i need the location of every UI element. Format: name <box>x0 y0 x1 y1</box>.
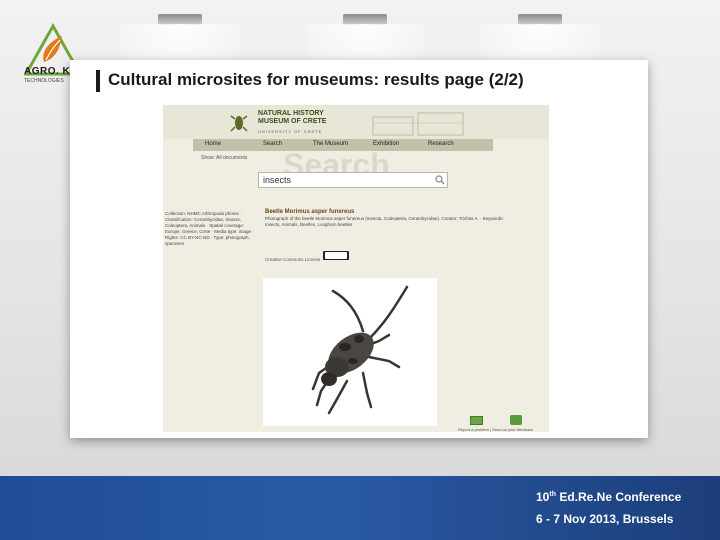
license-label: Creative Commons License <box>265 257 321 262</box>
conference-title: 10th Ed.Re.Ne Conference <box>536 490 681 504</box>
gecko-logo-icon <box>230 115 248 132</box>
email-icon[interactable] <box>470 416 483 425</box>
beetle-image-icon <box>311 285 409 415</box>
breadcrumb: Show: All documents <box>201 155 248 161</box>
conference-dates: 6 - 7 Nov 2013, Brussels <box>536 512 674 526</box>
conference-number: 10 <box>536 490 550 504</box>
feedback-icon[interactable] <box>510 415 522 425</box>
nav-home[interactable]: Home <box>205 141 221 147</box>
museum-website: NATURAL HISTORY MUSEUM OF CRETE UNIVERSI… <box>163 105 549 432</box>
footer-band <box>0 476 720 540</box>
museum-name: NATURAL HISTORY MUSEUM OF CRETE <box>258 110 327 125</box>
site-footer-links[interactable]: Report a problem | Send us your feedback <box>458 427 533 432</box>
title-accent-bar <box>96 70 100 92</box>
search-icon[interactable] <box>435 175 445 185</box>
conference-name: Ed.Re.Ne Conference <box>559 490 682 504</box>
slide-title: Cultural microsites for museums: results… <box>108 70 524 89</box>
museum-subtitle: UNIVERSITY OF CRETE <box>258 129 323 134</box>
nav-research[interactable]: Research <box>428 141 454 147</box>
conference-suffix: th <box>549 491 556 498</box>
nav-search[interactable]: Search <box>263 141 282 147</box>
building-illustration-icon <box>372 112 464 136</box>
logo-subtext: TECHNOLOGIES <box>24 78 64 84</box>
cc-license-icon-inner <box>325 252 347 259</box>
site-header <box>163 105 549 139</box>
search-input[interactable]: insects <box>258 172 448 188</box>
record-title[interactable]: Beetle Morimus asper funereus <box>265 209 354 215</box>
record-metadata: Collection: NHMC Arthropoda photos · Cla… <box>165 211 254 246</box>
record-description: Photograph of the beetle Morimus asper f… <box>265 216 504 227</box>
